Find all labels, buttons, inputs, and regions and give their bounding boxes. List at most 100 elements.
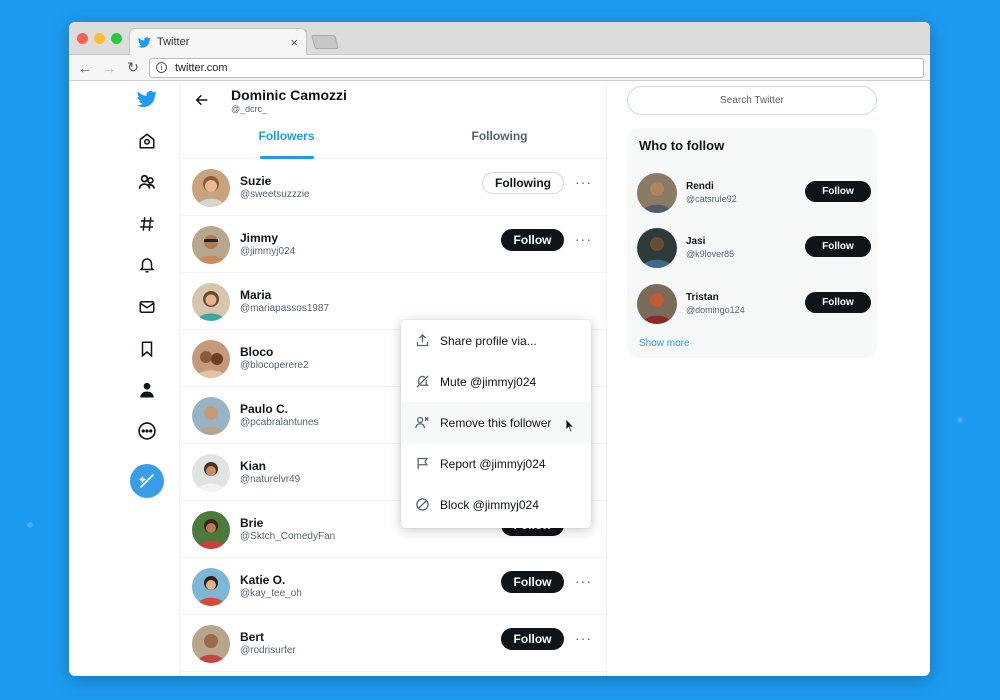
address-bar[interactable]: i twitter.com [149, 57, 924, 78]
avatar[interactable] [192, 397, 230, 435]
tab-followers[interactable]: Followers [180, 120, 393, 159]
follower-name[interactable]: Suzie [240, 174, 271, 188]
browser-tab[interactable]: Twitter × [129, 28, 307, 55]
follower-handle: @mariapassos1987 [240, 303, 330, 314]
follower-handle: @jimmyj024 [240, 246, 296, 257]
communities-icon[interactable] [136, 171, 158, 193]
following-button[interactable]: Following [482, 172, 564, 194]
show-more-link[interactable]: Show more [639, 338, 690, 349]
follow-button[interactable]: Follow [805, 292, 871, 313]
follower-name[interactable]: Jimmy [240, 231, 278, 245]
more-options-icon[interactable]: ··· [575, 574, 592, 588]
follower-name[interactable]: Katie O. [240, 573, 285, 587]
menu-item-label: Mute @jimmyj024 [440, 374, 537, 389]
follower-handle: @sweetsuzzzie [240, 189, 310, 200]
suggestion-item[interactable]: Jasi @k9lover85 Follow [637, 228, 871, 270]
menu-item-label: Block @jimmyj024 [440, 497, 539, 512]
follower-name[interactable]: Maria [240, 288, 271, 302]
tab-close-icon[interactable]: × [290, 35, 298, 50]
follow-button[interactable]: Follow [501, 571, 564, 593]
browser-toolbar: ← → ↻ i twitter.com [69, 55, 930, 81]
more-options-icon[interactable]: ··· [575, 175, 592, 189]
avatar[interactable] [192, 568, 230, 606]
more-circle-icon[interactable] [136, 420, 158, 442]
explore-icon[interactable] [136, 130, 158, 152]
back-arrow-icon[interactable] [194, 92, 210, 108]
menu-item-share-profile[interactable]: Share profile via... [401, 320, 591, 361]
maximize-window-button[interactable] [111, 33, 122, 44]
mail-icon[interactable] [136, 296, 158, 318]
follower-row[interactable]: Suzie @sweetsuzzzie Following ··· [180, 159, 606, 216]
follower-name[interactable]: Bloco [240, 345, 273, 359]
avatar[interactable] [192, 226, 230, 264]
menu-item-block[interactable]: Block @jimmyj024 [401, 484, 591, 525]
suggestion-item[interactable]: Tristan @domingo124 Follow [637, 284, 871, 326]
avatar[interactable] [192, 454, 230, 492]
avatar[interactable] [192, 283, 230, 321]
tab-followers-label: Followers [258, 129, 315, 143]
more-options-icon[interactable]: ··· [575, 631, 592, 645]
avatar[interactable] [192, 340, 230, 378]
bell-icon[interactable] [136, 254, 158, 276]
follower-options-menu: Share profile via... Mute @jimmyj024 Rem… [401, 320, 591, 528]
forward-button[interactable]: → [99, 58, 119, 78]
left-nav [69, 82, 180, 676]
search-input[interactable]: Search Twitter [627, 86, 877, 115]
suggestion-handle: @catsrule92 [686, 194, 737, 204]
tab-following[interactable]: Following [393, 120, 606, 158]
menu-item-report[interactable]: Report @jimmyj024 [401, 443, 591, 484]
twitter-logo-icon[interactable] [134, 88, 160, 110]
flag-icon [414, 456, 430, 472]
follow-tabs: Followers Following [180, 120, 606, 159]
mouse-cursor-icon [565, 418, 575, 433]
follow-button[interactable]: Follow [501, 628, 564, 650]
bookmark-icon[interactable] [136, 338, 158, 360]
follower-name[interactable]: Paulo C. [240, 402, 288, 416]
menu-item-label: Remove this follower [440, 415, 552, 430]
follower-handle: @rodrisurfer [240, 645, 296, 656]
avatar[interactable] [192, 625, 230, 663]
follower-handle: @kay_tee_oh [240, 588, 302, 599]
suggestion-name[interactable]: Rendi [686, 181, 714, 192]
menu-item-remove-follower[interactable]: Remove this follower [401, 402, 591, 443]
url-text: twitter.com [175, 61, 228, 74]
minimize-window-button[interactable] [94, 33, 105, 44]
follower-row[interactable]: Bert @rodrisurfer Follow ··· [180, 615, 606, 672]
avatar[interactable] [637, 284, 677, 324]
hashtag-icon[interactable] [136, 213, 158, 235]
more-options-icon[interactable]: ··· [575, 232, 592, 246]
menu-item-label: Report @jimmyj024 [440, 456, 546, 471]
profile-icon[interactable] [136, 379, 158, 401]
suggestion-name[interactable]: Jasi [686, 236, 705, 247]
profile-header: Dominic Camozzi @_dcrc_ Followers Follow… [180, 82, 606, 159]
twitter-page: Dominic Camozzi @_dcrc_ Followers Follow… [69, 82, 930, 676]
suggestion-item[interactable]: Rendi @catsrule92 Follow [637, 173, 871, 215]
avatar[interactable] [637, 173, 677, 213]
follower-row[interactable]: Katie O. @kay_tee_oh Follow ··· [180, 558, 606, 615]
compose-icon [139, 474, 154, 488]
follow-button[interactable]: Follow [805, 236, 871, 257]
avatar[interactable] [192, 169, 230, 207]
compose-tweet-button[interactable] [130, 464, 164, 498]
share-icon [414, 333, 430, 349]
tab-title: Twitter [157, 36, 190, 48]
follow-button[interactable]: Follow [501, 229, 564, 251]
who-to-follow-title: Who to follow [639, 138, 725, 153]
follower-row[interactable]: Jimmy @jimmyj024 Follow ··· [180, 216, 606, 273]
follower-name[interactable]: Brie [240, 516, 263, 530]
reload-button[interactable]: ↻ [123, 58, 143, 78]
suggestion-name[interactable]: Tristan [686, 292, 719, 303]
avatar[interactable] [192, 511, 230, 549]
follower-name[interactable]: Bert [240, 630, 264, 644]
follower-name[interactable]: Kian [240, 459, 266, 473]
follower-handle: @blocoperere2 [240, 360, 309, 371]
follow-button[interactable]: Follow [805, 181, 871, 202]
new-tab-button[interactable] [311, 35, 339, 49]
back-button[interactable]: ← [75, 58, 95, 78]
menu-item-mute[interactable]: Mute @jimmyj024 [401, 361, 591, 402]
close-window-button[interactable] [77, 33, 88, 44]
suggestion-handle: @domingo124 [686, 305, 745, 315]
avatar[interactable] [637, 228, 677, 268]
site-info-icon[interactable]: i [156, 62, 167, 73]
mute-icon [414, 374, 430, 390]
